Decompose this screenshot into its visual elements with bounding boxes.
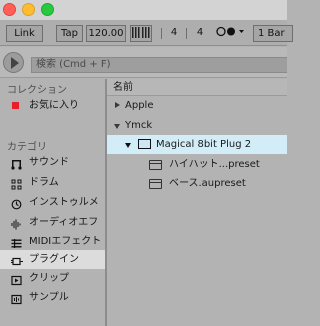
sidebar-item-label: サンプル [29,292,69,303]
sidebar-item-samples[interactable]: サンプル [0,288,105,307]
row-label: ハイハット...preset [169,159,260,170]
sidebar-item-favorites[interactable]: お気に入り [0,96,105,115]
sample-icon [11,293,22,305]
sidebar-item-clips[interactable]: クリップ [0,269,105,288]
browser-row-plugin[interactable]: Magical 8bit Plug 2 [107,135,287,154]
signature-divider [161,28,162,39]
sidebar-item-label: サウンド [29,157,69,168]
sidebar-item-drums[interactable]: ドラム [0,173,105,192]
sidebar-item-audio-effects[interactable]: オーディオエフ [0,213,105,232]
browser-row-apple[interactable]: Apple [107,96,287,115]
signature-slash [186,28,187,39]
sidebar-item-label: お気に入り [29,100,79,111]
collapse-triangle-icon[interactable] [125,143,131,148]
name-column-header[interactable]: 名前 [107,79,287,96]
collections-heading: コレクション [7,85,67,96]
plug-icon [11,255,23,266]
categories-heading: カテゴリ [7,142,47,153]
plugin-icon [138,139,151,149]
row-label: Ymck [125,120,153,131]
sidebar-item-label: プラグイン [29,254,79,265]
sidebar-item-plugins[interactable]: プラグイン [0,250,105,269]
row-label: Apple [125,100,154,111]
sidebar-item-label: オーディオエフ [29,217,99,228]
preset-icon [149,160,162,170]
metronome-icon[interactable] [214,25,250,42]
time-signature-denominator[interactable]: 4 [192,25,208,42]
link-button[interactable]: Link [6,25,43,42]
nudge-bars-icon[interactable] [130,25,152,42]
clock-icon [11,198,22,210]
tap-tempo-button[interactable]: Tap [56,25,83,42]
browser-row-preset[interactable]: ハイハット...preset [107,155,287,174]
midi-icon [11,237,22,248]
tempo-field[interactable]: 120.00 [86,25,126,42]
row-label: ベース.aupreset [169,178,246,189]
browser-row-ymck[interactable]: Ymck [107,116,287,135]
note-icon [11,158,22,170]
control-bar: Link Tap 120.00 4 4 1 Bar [0,20,293,46]
clip-icon [11,274,22,286]
zoom-window-button[interactable] [41,3,54,16]
sidebar-item-midi-effects[interactable]: MIDIエフェクト [0,232,105,251]
sidebar-item-label: インストゥルメ [29,197,99,208]
collapse-triangle-icon[interactable] [114,124,120,129]
sidebar-item-instruments[interactable]: インストゥルメ [0,193,105,212]
search-row: 検索 (Cmd + F) [0,47,287,78]
favorite-color-icon [12,102,19,109]
browser-row-preset[interactable]: ベース.aupreset [107,174,287,193]
preset-icon [149,179,162,189]
sidebar-item-sounds[interactable]: サウンド [0,153,105,172]
quantize-menu[interactable]: 1 Bar [253,25,293,42]
minimize-window-button[interactable] [22,3,35,16]
grid-icon [11,178,22,190]
sidebar-item-label: クリップ [29,273,69,284]
row-label: Magical 8bit Plug 2 [156,139,252,150]
expand-triangle-icon[interactable] [115,102,120,108]
sidebar-item-label: ドラム [29,177,59,188]
sidebar-item-label: MIDIエフェクト [29,236,102,247]
search-input[interactable]: 検索 (Cmd + F) [31,57,287,73]
close-window-button[interactable] [3,3,16,16]
time-signature-numerator[interactable]: 4 [166,25,182,42]
window-titlebar [0,0,287,20]
waveform-icon [11,218,22,230]
preview-play-icon[interactable] [3,52,24,73]
